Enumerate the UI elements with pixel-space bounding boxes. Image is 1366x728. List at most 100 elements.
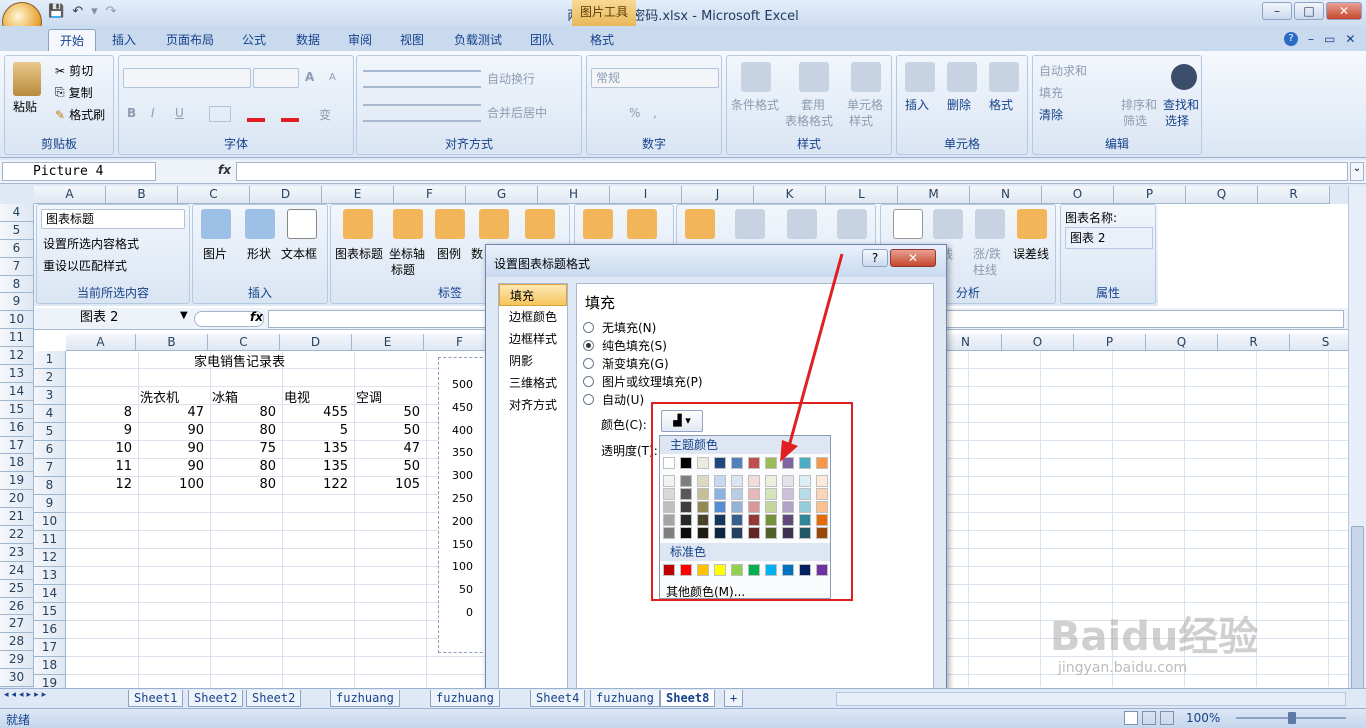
legend-button[interactable]: 图例 [437, 245, 461, 262]
table-cell[interactable]: 50 [354, 459, 420, 474]
column-header[interactable]: E [322, 186, 394, 204]
embedded-column-header[interactable]: E [352, 334, 424, 351]
column-header[interactable]: O [1042, 186, 1114, 204]
horizontal-align-icons[interactable] [363, 104, 481, 122]
fill-option-radio[interactable] [583, 393, 594, 405]
sheet-nav-arrows[interactable]: ◂◂◂▸▸▸ [4, 690, 49, 700]
row-header[interactable]: 6 [0, 239, 34, 258]
fill-option-row[interactable]: 渐变填充(G) [583, 354, 703, 372]
row-header[interactable]: 22 [0, 526, 34, 544]
format-selection-button[interactable]: 设置所选内容格式 [43, 235, 139, 252]
dialog-nav-item[interactable]: 阴影 [499, 350, 567, 372]
tab-format[interactable]: 格式 [580, 29, 624, 51]
font-size-select[interactable] [253, 68, 299, 88]
embedded-column-header[interactable]: D [280, 334, 352, 351]
row-header[interactable]: 11 [0, 329, 34, 348]
table-cell[interactable]: 12 [66, 477, 132, 492]
column-header[interactable]: A [34, 186, 106, 204]
sheet-tab[interactable]: fuzhuang (2) [330, 690, 400, 722]
formula-input[interactable] [236, 162, 1348, 181]
sheet-title[interactable]: 家电销售记录表 [194, 351, 285, 370]
column-header[interactable]: J [682, 186, 754, 204]
table-header-cell[interactable]: 冰箱 [212, 387, 238, 406]
row-header[interactable]: 5 [0, 221, 34, 240]
embedded-row-header[interactable]: 7 [34, 459, 66, 477]
sheet-tab[interactable]: fuzhuang (3) [430, 690, 500, 722]
fill-option-row[interactable]: 无填充(N) [583, 318, 703, 336]
axis-title-button[interactable]: 坐标轴 [389, 245, 425, 262]
embedded-row-header[interactable]: 12 [34, 549, 66, 567]
reset-to-match-style-button[interactable]: 重设以匹配样式 [43, 257, 127, 274]
tab-view[interactable]: 视图 [392, 29, 432, 51]
fill-option-row[interactable]: 纯色填充(S) [583, 336, 703, 354]
embedded-column-header[interactable]: A [66, 334, 136, 351]
cell-style-button[interactable]: 单元格 [847, 96, 883, 113]
format-cells-button[interactable]: 格式 [989, 96, 1013, 113]
embedded-name-box[interactable]: 图表 2 [70, 310, 190, 328]
paste-icon[interactable] [13, 62, 41, 96]
table-cell[interactable]: 135 [282, 459, 348, 474]
column-header[interactable]: K [754, 186, 826, 204]
fill-color-icon[interactable] [247, 106, 265, 122]
row-header[interactable]: 15 [0, 400, 34, 419]
embedded-column-header[interactable]: Q [1146, 334, 1218, 351]
horizontal-scrollbar[interactable] [836, 692, 1346, 706]
vertical-align-icons[interactable] [363, 70, 481, 88]
fill-option-radio[interactable] [583, 375, 594, 387]
table-cell[interactable]: 9 [66, 423, 132, 438]
chart-object[interactable]: 500 450 400 350 300 250 200 150 100 50 0 [438, 357, 488, 653]
tab-team[interactable]: 团队 [522, 29, 562, 51]
select-all-corner[interactable] [0, 186, 34, 204]
column-header[interactable]: H [538, 186, 610, 204]
embedded-row-header[interactable]: 2 [34, 369, 66, 387]
fill-option-radio[interactable] [583, 357, 594, 369]
embedded-row-header[interactable]: 5 [34, 423, 66, 441]
maximize-button[interactable]: □ [1294, 2, 1324, 20]
insert-picture-button[interactable]: 图片 [203, 245, 227, 262]
shrink-font-button[interactable]: A [329, 72, 336, 83]
embedded-row-header[interactable]: 14 [34, 585, 66, 603]
embedded-row-header[interactable]: 3 [34, 387, 66, 405]
table-cell[interactable]: 50 [354, 423, 420, 438]
fill-option-row[interactable]: 图片或纹理填充(P) [583, 372, 703, 390]
grow-font-button[interactable]: A [305, 70, 314, 84]
chart-name-input[interactable]: 图表 2 [1065, 227, 1153, 249]
data-labels-button[interactable]: 数 [471, 245, 483, 262]
dialog-nav-item[interactable]: 三维格式 [499, 372, 567, 394]
customize-icon[interactable]: ▾ [91, 4, 98, 19]
fill-option-radio[interactable] [583, 339, 594, 351]
column-header[interactable]: M [898, 186, 970, 204]
table-cell[interactable]: 47 [354, 441, 420, 456]
row-header[interactable]: 25 [0, 579, 34, 598]
dialog-nav-item[interactable]: 边框颜色 [499, 306, 567, 328]
ribbon-close-button[interactable]: ✕ [1345, 32, 1355, 46]
sheet-tab[interactable]: fuzhuang [590, 690, 660, 707]
embedded-row-header[interactable]: 15 [34, 603, 66, 621]
page-break-view-icon[interactable] [1160, 711, 1174, 725]
column-header[interactable]: B [106, 186, 178, 204]
column-header[interactable]: C [178, 186, 250, 204]
embedded-column-header[interactable]: C [208, 334, 280, 351]
row-header[interactable]: 30 [0, 669, 34, 688]
chart-element-select[interactable]: 图表标题 [41, 209, 185, 229]
table-header-cell[interactable]: 洗衣机 [140, 387, 179, 406]
view-buttons[interactable] [1124, 711, 1184, 725]
row-header[interactable]: 17 [0, 436, 34, 455]
row-header[interactable]: 13 [0, 365, 34, 383]
percent-button[interactable]: % [629, 106, 640, 120]
fill-option-radio[interactable] [583, 321, 594, 333]
dialog-nav-item[interactable]: 填充 [499, 284, 567, 306]
font-name-select[interactable] [123, 68, 251, 88]
table-cell[interactable]: 10 [66, 441, 132, 456]
tab-data[interactable]: 数据 [288, 29, 328, 51]
name-box[interactable]: Picture 4 [2, 162, 156, 181]
column-header[interactable]: L [826, 186, 898, 204]
table-format-button[interactable]: 套用 [801, 96, 825, 113]
table-cell[interactable]: 90 [138, 441, 204, 456]
table-cell[interactable]: 90 [138, 459, 204, 474]
table-cell[interactable]: 80 [210, 477, 276, 492]
row-header[interactable]: 27 [0, 615, 34, 634]
help-icon[interactable]: ? [1284, 32, 1298, 46]
row-header[interactable]: 7 [0, 257, 34, 276]
embedded-row-header[interactable]: 11 [34, 531, 66, 549]
